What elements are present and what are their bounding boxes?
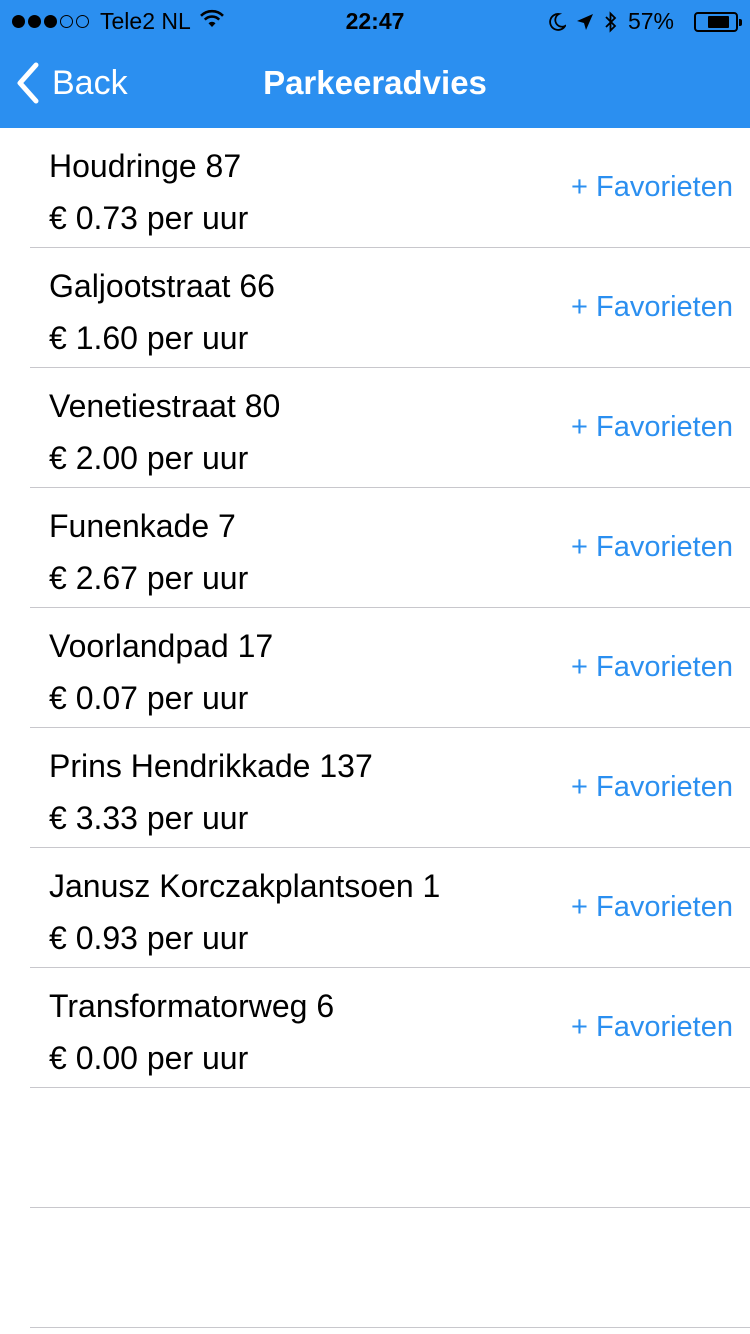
battery-level [708, 15, 729, 28]
add-favorite-button[interactable]: + Favorieten [571, 411, 733, 444]
bluetooth-icon [604, 10, 618, 33]
location-name: Funenkade 7 [49, 508, 236, 544]
page-title: Parkeeradvies [263, 64, 487, 101]
empty-row [30, 1208, 750, 1328]
list-item[interactable]: Janusz Korczakplantsoen 1 € 0.93 per uur +… [30, 848, 750, 968]
location-name: Janusz Korczakplantsoen 1 [49, 868, 441, 904]
list-item[interactable]: Prins Hendrikkade 137 € 3.33 per uur + Fav… [30, 728, 750, 848]
location-name: Prins Hendrikkade 137 [49, 748, 373, 784]
price-per-hour: € 2.00 per uur [49, 440, 249, 476]
add-favorite-button[interactable]: + Favorieten [571, 891, 733, 924]
price-per-hour: € 0.93 per uur [49, 920, 249, 956]
list-item[interactable]: Galjootstraat 66 € 1.60 per uur + Favoriet… [30, 248, 750, 368]
add-favorite-button[interactable]: + Favorieten [571, 1011, 733, 1044]
list-item[interactable]: Transformatorweg 6 € 0.00 per uur + Favori… [30, 968, 750, 1088]
battery-icon [684, 11, 742, 32]
parking-list: Houdringe 87 € 0.73 per uur + Favorieten Ga… [0, 128, 750, 1328]
add-favorite-button[interactable]: + Favorieten [571, 651, 733, 684]
list-item[interactable]: Voorlandpad 17 € 0.07 per uur + Favorieten [30, 608, 750, 728]
price-per-hour: € 0.07 per uur [49, 680, 249, 716]
list-item[interactable]: Venetiestraat 80 € 2.00 per uur + Favoriet… [30, 368, 750, 488]
add-favorite-button[interactable]: + Favorieten [571, 771, 733, 804]
add-favorite-button[interactable]: + Favorieten [571, 171, 733, 204]
location-name: Transformatorweg 6 [49, 988, 335, 1024]
do-not-disturb-icon [548, 12, 566, 31]
price-per-hour: € 0.73 per uur [49, 200, 249, 236]
price-per-hour: € 2.67 per uur [49, 560, 249, 596]
navigation-bar: Back Parkeeradvies [0, 40, 750, 128]
location-name: Houdringe 87 [49, 148, 242, 184]
location-name: Voorlandpad 17 [49, 628, 274, 664]
location-arrow-icon [576, 13, 594, 31]
list-item[interactable]: Funenkade 7 € 2.67 per uur + Favorieten [30, 488, 750, 608]
status-bar: Tele2 NL 22:47 57% [0, 0, 750, 40]
location-name: Galjootstraat 66 [49, 268, 275, 304]
battery-percentage: 57% [627, 8, 674, 34]
empty-row [30, 1088, 750, 1208]
location-name: Venetiestraat 80 [49, 388, 281, 424]
price-per-hour: € 1.60 per uur [49, 320, 249, 356]
top-bar: Tele2 NL 22:47 57% Back Parkeeradvies [0, 0, 750, 128]
add-favorite-button[interactable]: + Favorieten [571, 291, 733, 324]
list-item[interactable]: Houdringe 87 € 0.73 per uur + Favorieten [30, 128, 750, 248]
add-favorite-button[interactable]: + Favorieten [571, 531, 733, 564]
price-per-hour: € 3.33 per uur [49, 800, 249, 836]
price-per-hour: € 0.00 per uur [49, 1040, 249, 1076]
